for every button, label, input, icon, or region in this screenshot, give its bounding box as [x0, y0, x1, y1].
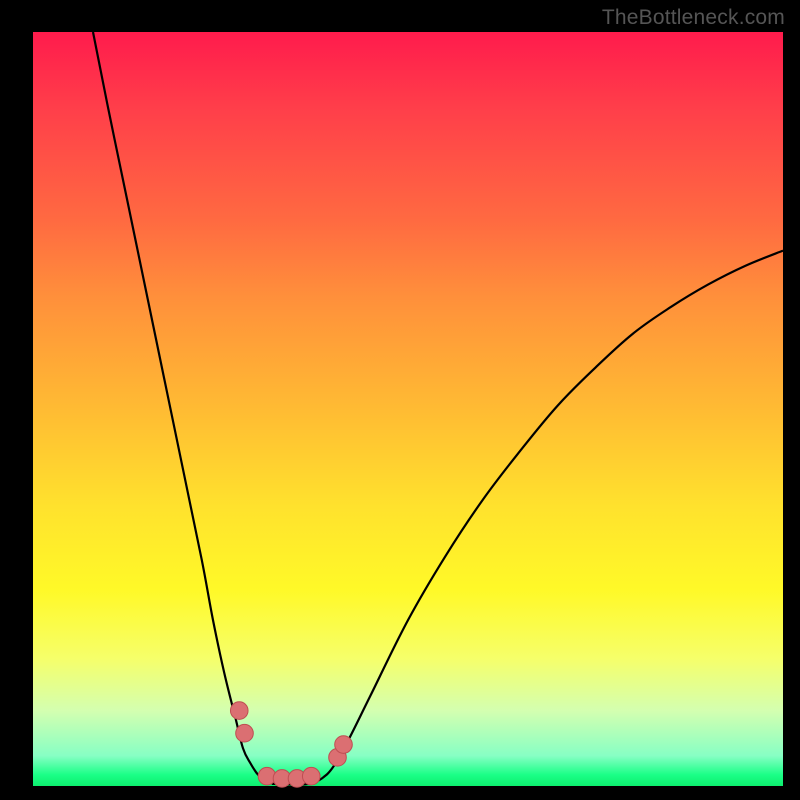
- chart-frame: TheBottleneck.com: [0, 0, 800, 800]
- bottleneck-curve: [93, 32, 783, 785]
- data-marker: [302, 767, 320, 785]
- curve-layer: [33, 32, 783, 786]
- attribution-text: TheBottleneck.com: [602, 6, 785, 30]
- marker-group: [230, 702, 352, 787]
- data-marker: [230, 702, 248, 720]
- data-marker: [236, 724, 254, 742]
- data-marker: [335, 736, 353, 754]
